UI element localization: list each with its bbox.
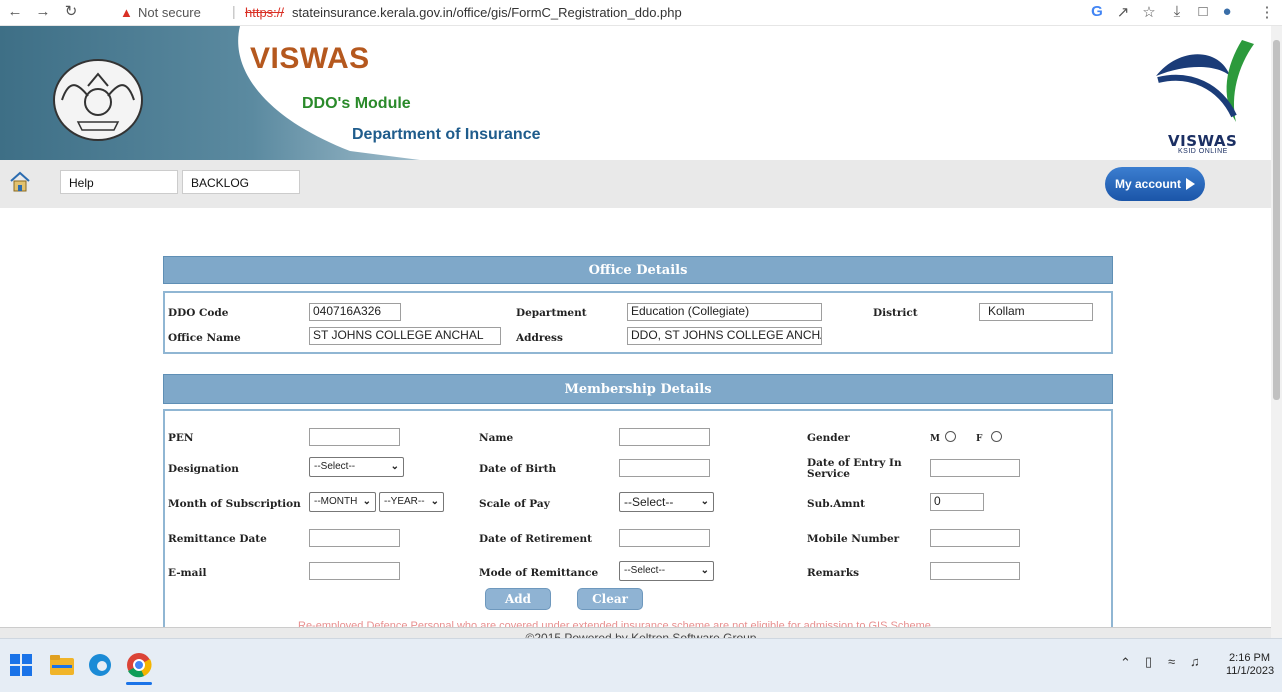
department-title: Department of Insurance [352,126,541,143]
clock-date: 11/1/2023 [1226,665,1275,677]
play-arrow-icon [1186,178,1195,190]
pen-label: PEN [168,432,194,444]
profile-icon[interactable]: ● [1218,3,1236,20]
windows-taskbar [0,638,1282,692]
battery-icon[interactable]: ▯ [1145,654,1152,670]
wifi-icon[interactable]: ≈ [1168,654,1175,669]
office-name-field[interactable]: ST JOHNS COLLEGE ANCHAL [309,327,501,345]
menu-dots-icon[interactable]: ⋮ [1258,3,1276,21]
warning-icon: ▲ [120,5,133,20]
forward-icon[interactable]: → [34,3,52,21]
star-icon[interactable]: ☆ [1140,3,1158,21]
chevron-down-icon: ⌄ [700,496,709,507]
home-icon[interactable] [8,170,32,194]
month-subscription-label: Month of Subscription [168,498,301,510]
gender-m-label: M [930,434,940,444]
chevron-down-icon: ⌄ [700,565,709,576]
sidepanel-icon[interactable]: □ [1194,3,1212,20]
district-label: District [873,307,918,319]
active-app-indicator [126,682,152,685]
gender-f-label: F [976,434,983,444]
edge-icon[interactable] [88,653,112,677]
add-button[interactable]: Add [485,588,551,610]
viswas-swoosh-icon [1156,40,1254,122]
chevron-down-icon: ⌄ [430,496,439,507]
scale-of-pay-label: Scale of Pay [479,498,550,510]
url-scheme[interactable]: https:// [245,5,284,20]
chevron-down-icon: ⌄ [390,461,399,472]
mode-remittance-select[interactable]: --Select-- ⌄ [619,561,714,581]
clear-button[interactable]: Clear [577,588,643,610]
reload-icon[interactable]: ↻ [62,3,80,21]
scale-of-pay-select[interactable]: --Select-- ⌄ [619,492,714,512]
system-clock[interactable]: 2:16 PM 11/1/2023 [1226,652,1275,678]
logo-subtext: KSID ONLINE [1178,148,1228,155]
gender-label: Gender [807,432,850,444]
remittance-date-label: Remittance Date [168,533,267,545]
office-name-label: Office Name [168,332,241,344]
month-select[interactable]: --MONTH ⌄ [309,492,376,512]
url-separator: | [232,3,236,19]
clock-time: 2:16 PM [1229,652,1270,664]
pen-input[interactable] [309,428,400,446]
address-field[interactable]: DDO, ST JOHNS COLLEGE ANCHA [627,327,822,345]
back-icon[interactable]: ← [6,3,24,21]
membership-details-header: Membership Details [163,374,1113,404]
name-label: Name [479,432,514,444]
chrome-icon[interactable] [126,652,152,678]
retirement-date-label: Date of Retirement [479,533,593,545]
retirement-date-input[interactable] [619,529,710,547]
ddo-code-field[interactable]: 040716A326 [309,303,401,321]
department-field[interactable]: Education (Collegiate) [627,303,822,321]
designation-select[interactable]: --Select-- ⌄ [309,457,404,477]
menu-help[interactable]: Help [60,170,178,194]
sub-amnt-input[interactable]: 0 [930,493,984,511]
chevron-down-icon: ⌄ [362,496,371,507]
email-label: E-mail [168,567,207,579]
windows-start-icon[interactable] [10,654,32,676]
address-label: Address [516,332,563,344]
volume-icon[interactable]: ♫ [1190,654,1200,669]
app-title: VISWAS [250,42,370,75]
my-account-label: My account [1115,177,1182,191]
remarks-input[interactable] [930,562,1020,580]
department-label: Department [516,307,587,319]
remarks-label: Remarks [807,567,860,579]
security-label[interactable]: Not secure [138,5,201,20]
google-icon[interactable]: G [1088,3,1106,20]
mobile-input[interactable] [930,529,1020,547]
menu-backlog[interactable]: BACKLOG [182,170,300,194]
gender-m-radio[interactable] [945,431,956,442]
name-input[interactable] [619,428,710,446]
month-select-value: --MONTH [314,496,358,507]
sub-amnt-label: Sub.Amnt [807,498,865,510]
mobile-label: Mobile Number [807,533,900,545]
district-field[interactable]: Kollam [979,303,1093,321]
email-input[interactable] [309,562,400,580]
designation-select-value: --Select-- [314,461,356,472]
doe-input[interactable] [930,459,1020,477]
year-select-value: --YEAR-- [384,496,425,507]
dob-label: Date of Birth [479,463,557,475]
designation-label: Designation [168,463,239,475]
share-icon[interactable]: ↗ [1114,3,1132,21]
viswas-logo: VISWAS KSID ONLINE [1150,36,1275,156]
office-details-header: Office Details [163,256,1113,284]
module-title: DDO's Module [302,95,411,112]
year-select[interactable]: --YEAR-- ⌄ [379,492,444,512]
mode-remittance-label: Mode of Remittance [479,567,599,579]
remittance-date-input[interactable] [309,529,400,547]
download-icon[interactable]: ⤓ [1168,3,1186,20]
mode-select-value: --Select-- [624,565,666,576]
dob-input[interactable] [619,459,710,477]
chevron-up-icon[interactable]: ⌃ [1120,655,1131,671]
file-explorer-icon[interactable] [50,655,74,675]
gender-f-radio[interactable] [991,431,1002,442]
ddo-code-label: DDO Code [168,307,229,319]
kerala-emblem-icon [53,59,143,141]
scrollbar-thumb[interactable] [1273,40,1280,400]
address-bar[interactable]: stateinsurance.kerala.gov.in/office/gis/… [292,5,682,20]
scale-select-value: --Select-- [624,495,674,509]
doe-label: Date of Entry In Service [807,457,902,480]
